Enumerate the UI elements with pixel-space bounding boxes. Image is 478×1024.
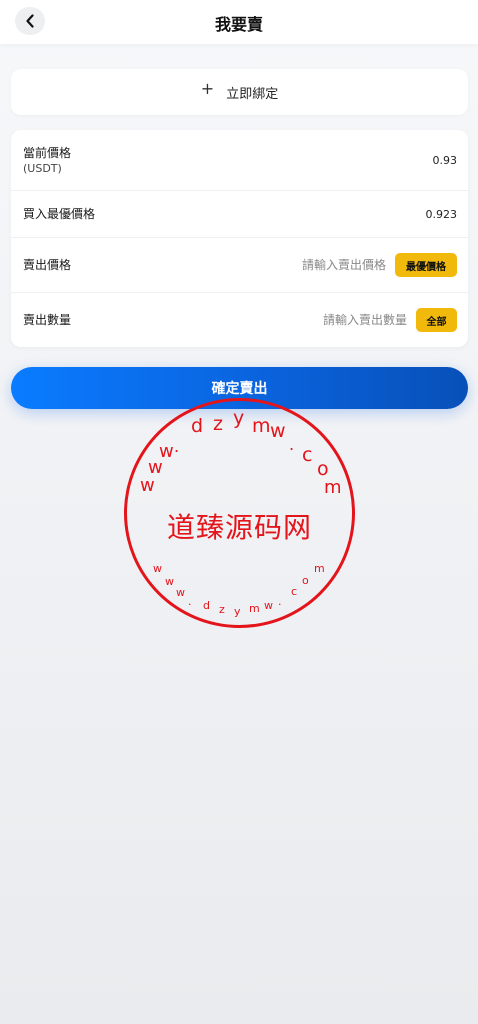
stamp-top-letter: w	[270, 420, 286, 442]
sell-form-card: 當前價格 (USDT) 0.93 買入最優價格 0.923 賣出價格 最優價格 …	[11, 130, 468, 347]
stamp-bottom-letter: w	[165, 575, 174, 588]
plus-icon: +	[200, 79, 215, 98]
sell-price-label: 賣出價格	[23, 258, 72, 272]
stamp-bottom-letter: w	[153, 562, 162, 575]
stamp-bottom-letter: o	[302, 574, 309, 587]
current-price-label: 當前價格	[23, 145, 72, 160]
stamp-bottom-letter: m	[249, 602, 260, 615]
current-price-row: 當前價格 (USDT) 0.93	[11, 130, 468, 191]
stamp-bottom-letter: w	[176, 586, 185, 599]
bind-now-button[interactable]: + 立即綁定	[11, 69, 468, 115]
stamp-top-letter: m	[324, 477, 342, 498]
stamp-top-letter: c	[302, 444, 313, 466]
current-price-label-group: 當前價格 (USDT)	[23, 145, 71, 176]
sell-price-input[interactable]	[266, 258, 386, 272]
stamp-bottom-letter: z	[219, 603, 225, 616]
sell-quantity-row: 賣出數量 全部	[11, 293, 468, 347]
current-price-unit: (USDT)	[23, 161, 62, 175]
stamp-top-letter: z	[213, 413, 223, 435]
all-button[interactable]: 全部	[416, 308, 457, 332]
best-buy-price-row: 買入最優價格 0.923	[11, 191, 468, 238]
stamp-bottom-letter: y	[234, 605, 241, 618]
stamp-top-letter: m	[252, 415, 271, 437]
best-buy-price-label: 買入最優價格	[23, 207, 96, 221]
stamp-bottom-letter: .	[188, 595, 192, 608]
stamp-center-text: 道臻源码网	[166, 511, 312, 544]
sell-price-row: 賣出價格 最優價格	[11, 238, 468, 293]
stamp-top-letter: w	[159, 441, 174, 462]
stamp-top-letter: y	[233, 407, 245, 429]
top-nav-bar: 我要賣	[0, 0, 478, 44]
stamp-bottom-letter: c	[291, 585, 298, 598]
current-price-value: 0.93	[432, 153, 458, 167]
stamp-top-letter: .	[174, 437, 180, 456]
sell-quantity-input[interactable]	[287, 313, 407, 327]
best-price-button[interactable]: 最優價格	[395, 253, 457, 277]
stamp-top-letter: .	[289, 435, 295, 454]
best-buy-price-value: 0.923	[425, 207, 458, 221]
stamp-bottom-letter: m	[314, 562, 325, 575]
stamp-top-letter: d	[191, 415, 204, 437]
stamp-bottom-letter: d	[203, 599, 210, 612]
sell-quantity-label: 賣出數量	[23, 313, 72, 327]
bind-now-label: 立即綁定	[226, 86, 279, 102]
stamp-top-letter: w	[140, 475, 155, 496]
stamp-bottom-letter: w	[264, 599, 273, 612]
stamp-bottom-letter: .	[278, 595, 282, 608]
watermark-stamp: 道臻源码网 www.dzymw.com www.dzymw.com	[124, 398, 355, 628]
page-title: 我要賣	[214, 15, 263, 34]
